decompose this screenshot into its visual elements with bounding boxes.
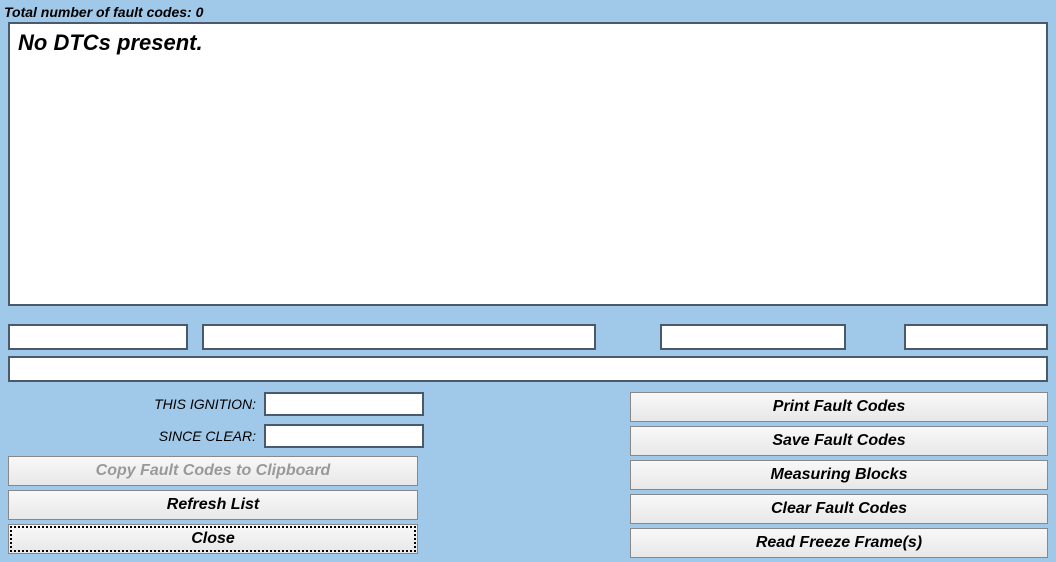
print-fault-codes-button[interactable]: Print Fault Codes [630,392,1048,422]
this-ignition-label: THIS IGNITION: [154,396,256,412]
dtc-panel: No DTCs present. [8,22,1048,306]
since-clear-input[interactable] [264,424,424,448]
measuring-blocks-button[interactable]: Measuring Blocks [630,460,1048,490]
dtc-message: No DTCs present. [18,30,1038,56]
top-input-4[interactable] [904,324,1048,350]
long-input[interactable] [8,356,1048,382]
close-button[interactable]: Close [8,524,418,554]
copy-fault-codes-button[interactable]: Copy Fault Codes to Clipboard [8,456,418,486]
save-fault-codes-button[interactable]: Save Fault Codes [630,426,1048,456]
top-input-2[interactable] [202,324,596,350]
top-input-3[interactable] [660,324,846,350]
clear-fault-codes-button[interactable]: Clear Fault Codes [630,494,1048,524]
top-input-row [8,324,1048,350]
this-ignition-input[interactable] [264,392,424,416]
since-clear-label: SINCE CLEAR: [159,428,256,444]
read-freeze-frames-button[interactable]: Read Freeze Frame(s) [630,528,1048,558]
refresh-list-button[interactable]: Refresh List [8,490,418,520]
fault-count-label: Total number of fault codes: 0 [0,0,1056,22]
top-input-1[interactable] [8,324,188,350]
